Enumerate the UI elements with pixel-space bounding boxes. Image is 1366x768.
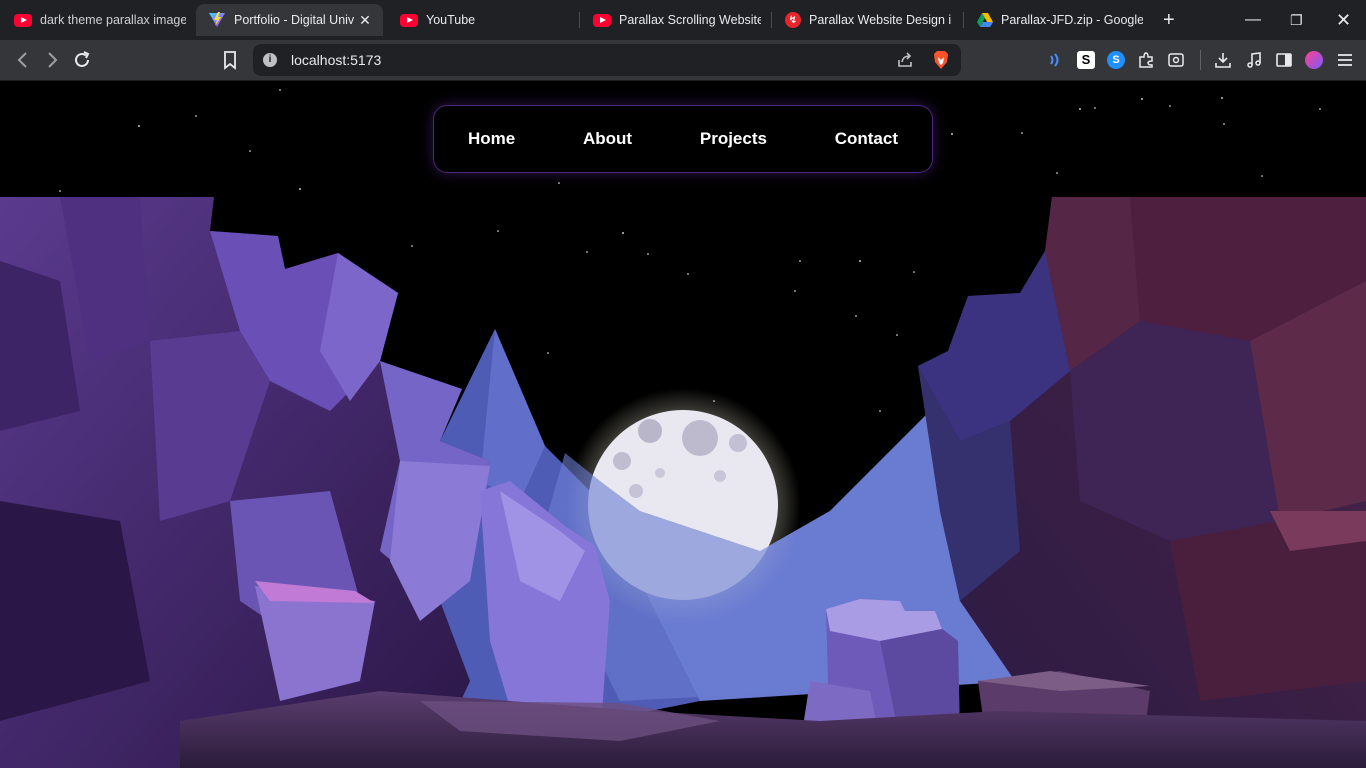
address-bar[interactable]: i localhost:5173 [253,44,961,76]
parallax-night-scene [0,89,1366,768]
youtube-icon [400,13,418,27]
youtube-icon [593,13,611,27]
tab-parallax-design[interactable]: ↯ Parallax Website Design in [773,4,961,36]
media-music-icon[interactable] [1245,51,1263,69]
download-icon[interactable] [1214,51,1232,69]
shazam-icon[interactable]: S [1107,51,1125,69]
site-info-icon[interactable]: i [263,53,277,67]
tab-title: Parallax Website Design in [809,13,951,27]
page-viewport: Home About Projects Contact [0,81,1366,768]
profile-avatar[interactable] [1305,51,1323,69]
vite-icon [209,12,225,27]
back-icon[interactable] [12,49,34,71]
tab-portfolio[interactable]: Portfolio - Digital Univ ✕ [196,4,383,36]
sidebar-icon[interactable] [1275,51,1293,69]
tab-search-icon[interactable] [1167,51,1185,69]
s-extension-icon[interactable]: S [1077,51,1095,69]
youtube-icon [14,13,32,27]
browser-toolbar: i localhost:5173 S S [0,40,1366,81]
audio-wave-icon[interactable] [1046,51,1064,69]
right-cliff [918,197,1366,768]
close-tab-icon[interactable]: ✕ [357,12,373,28]
forward-icon[interactable] [41,49,63,71]
tab-dark-theme-parallax[interactable]: dark theme parallax image [2,4,192,36]
share-icon[interactable] [896,51,914,69]
tab-title: Portfolio - Digital Univ [234,13,355,27]
tab-strip: dark theme parallax image Portfolio - Di… [0,0,1366,40]
tab-google-drive[interactable]: Parallax-JFD.zip - Google D [965,4,1153,36]
brave-shield-icon[interactable] [932,50,950,70]
minimize-button[interactable]: — [1245,10,1261,30]
google-drive-icon [977,13,993,27]
reload-icon[interactable] [71,49,93,71]
tab-title: Parallax Scrolling Website u [619,13,761,27]
nav-contact-link[interactable]: Contact [835,129,898,149]
tab-youtube[interactable]: YouTube [388,4,576,36]
nav-projects-link[interactable]: Projects [700,129,767,149]
extensions-puzzle-icon[interactable] [1137,51,1155,69]
site-navbar: Home About Projects Contact [433,105,933,173]
bookmark-icon[interactable] [219,49,241,71]
tab-parallax-scrolling[interactable]: Parallax Scrolling Website u [581,4,769,36]
close-window-button[interactable]: ✕ [1336,10,1351,30]
restore-button[interactable]: ❐ [1290,10,1303,30]
nav-about-link[interactable]: About [583,129,632,149]
nav-home-link[interactable]: Home [468,129,515,149]
tab-title: Parallax-JFD.zip - Google D [1001,13,1143,27]
address-text[interactable]: localhost:5173 [291,52,381,68]
red-circle-icon: ↯ [785,12,801,28]
tab-title: YouTube [426,13,476,27]
menu-icon[interactable] [1336,51,1354,69]
tab-title: dark theme parallax image [40,13,186,27]
new-tab-button[interactable]: + [1163,10,1175,30]
